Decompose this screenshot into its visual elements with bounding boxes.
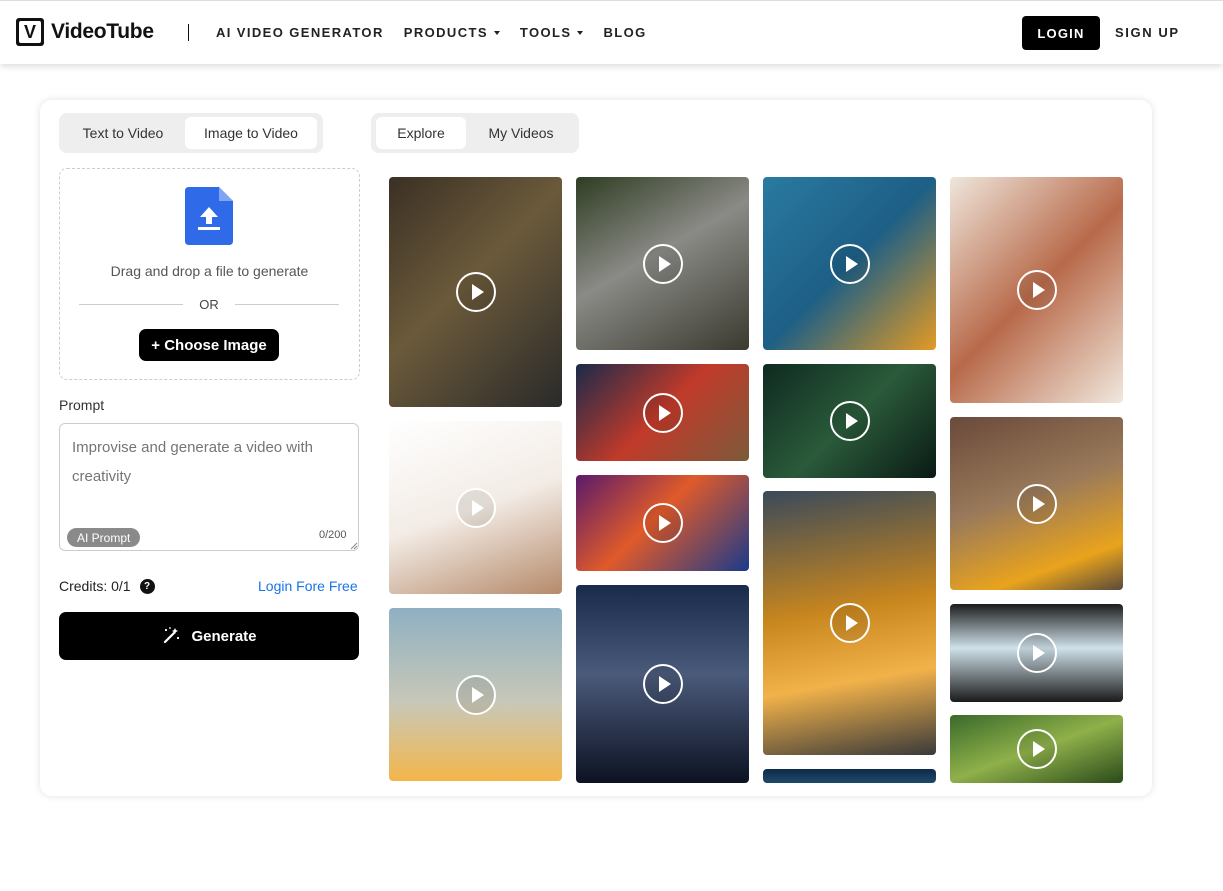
nav-tools[interactable]: TOOLS [520, 25, 584, 40]
credits-text: Credits: 0/1 [59, 578, 131, 594]
subway-woman-video[interactable] [389, 177, 562, 407]
login-free-link[interactable]: Login Fore Free [258, 578, 358, 594]
play-icon[interactable] [1016, 729, 1057, 769]
play-icon[interactable] [455, 487, 496, 528]
play-icon[interactable] [455, 272, 496, 312]
play-icon[interactable] [829, 243, 870, 284]
drag-drop-text: Drag and drop a file to generate [110, 263, 309, 279]
main-nav: AI VIDEO GENERATOR PRODUCTS TOOLS BLOG [216, 25, 667, 40]
or-divider-right [235, 304, 339, 305]
top-header: V VideoTube AI VIDEO GENERATOR PRODUCTS … [0, 0, 1223, 64]
header-divider [188, 24, 189, 41]
tab-text-to-video[interactable]: Text to Video [65, 117, 181, 149]
nav-label: BLOG [603, 25, 647, 40]
play-icon[interactable] [455, 674, 496, 715]
lightning-ninja-video[interactable] [576, 585, 749, 783]
nav-blog[interactable]: BLOG [603, 25, 646, 40]
truck-cab-video[interactable] [950, 604, 1123, 702]
bird-sculpture-video[interactable] [763, 177, 936, 350]
caret-down-icon [493, 30, 500, 35]
upload-file-icon [185, 187, 233, 245]
resize-grip-icon[interactable] [350, 542, 358, 550]
play-icon[interactable] [1016, 633, 1057, 673]
prompt-label: Prompt [59, 397, 105, 413]
play-icon[interactable] [829, 603, 870, 643]
prompt-input[interactable] [72, 433, 346, 529]
magic-wand-icon [164, 627, 180, 644]
play-icon[interactable] [829, 401, 870, 441]
play-icon[interactable] [642, 243, 683, 284]
green-flowers-video[interactable] [763, 364, 936, 478]
generate-button[interactable]: Generate [59, 612, 359, 660]
play-icon[interactable] [642, 503, 683, 543]
santa-reindeer-video[interactable] [576, 364, 749, 461]
dark-water-video[interactable] [763, 769, 936, 783]
tightrope-sunset-video[interactable] [389, 608, 562, 781]
tab-explore[interactable]: Explore [376, 117, 466, 149]
view-tabs: Explore My Videos [371, 113, 579, 153]
signup-link[interactable]: SIGN UP [1115, 25, 1180, 40]
nav-label: AI VIDEO GENERATOR [216, 25, 384, 40]
mode-tabs: Text to Video Image to Video [59, 113, 323, 153]
tab-my-videos[interactable]: My Videos [471, 117, 571, 149]
tab-image-to-video[interactable]: Image to Video [185, 117, 317, 149]
ai-prompt-button[interactable]: AI Prompt [67, 528, 141, 547]
caret-down-icon [577, 30, 584, 35]
nav-ai-video-generator[interactable]: AI VIDEO GENERATOR [216, 25, 384, 40]
char-counter: 0/200 [319, 529, 347, 541]
login-button[interactable]: LOGIN [1022, 16, 1100, 50]
tabby-cat-video[interactable] [576, 177, 749, 350]
credits-info: Credits: 0/1 ? [59, 578, 155, 594]
choose-image-button[interactable]: + Choose Image [139, 329, 279, 361]
video-gallery[interactable] [389, 177, 1123, 783]
logo-icon: V [16, 18, 44, 46]
coral-figure-video[interactable] [950, 177, 1123, 403]
or-divider-left [79, 304, 183, 305]
nav-products[interactable]: PRODUCTS [404, 25, 500, 40]
graffiti-car-video[interactable] [950, 417, 1123, 590]
christmas-room-video[interactable] [576, 475, 749, 571]
or-text: OR [199, 297, 219, 312]
nav-label: PRODUCTS [403, 25, 488, 40]
help-icon[interactable]: ? [139, 578, 155, 594]
golden-dress-video[interactable] [763, 491, 936, 755]
nav-label: TOOLS [519, 25, 572, 40]
bamboo-fish-video[interactable] [950, 715, 1123, 783]
brand-name: VideoTube [51, 20, 154, 43]
play-icon[interactable] [1016, 270, 1057, 310]
brand-logo[interactable]: V VideoTube [16, 18, 154, 46]
play-icon[interactable] [642, 392, 683, 433]
robot-kid-video[interactable] [389, 421, 562, 594]
play-icon[interactable] [1016, 483, 1057, 524]
play-icon[interactable] [642, 664, 683, 704]
generate-label: Generate [191, 627, 257, 645]
